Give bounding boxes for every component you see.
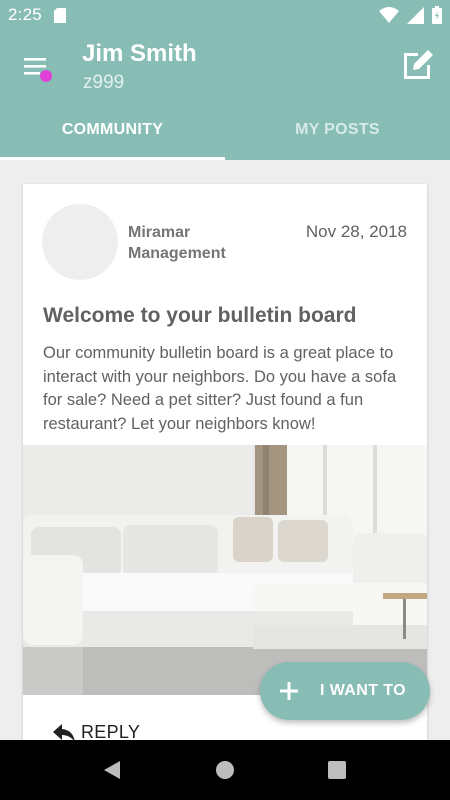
back-icon[interactable] <box>102 760 122 780</box>
home-icon[interactable] <box>216 761 234 779</box>
notification-dot <box>40 70 52 82</box>
post-image <box>23 445 427 695</box>
tab-community[interactable]: COMMUNITY <box>0 100 225 160</box>
sd-card-icon <box>53 7 66 23</box>
app-bar: Jim Smith z999 <box>0 30 450 100</box>
status-bar: 2:25 <box>0 0 450 30</box>
avatar <box>42 204 118 280</box>
user-id: z999 <box>83 72 125 93</box>
post-author: Miramar Management <box>128 224 226 262</box>
tab-bar: COMMUNITY MY POSTS <box>0 100 450 160</box>
post-body: Our community bulletin board is a great … <box>43 344 397 433</box>
fab-label: I WANT TO <box>320 682 406 699</box>
recents-icon[interactable] <box>328 761 346 779</box>
i-want-to-button[interactable]: I WANT TO <box>260 662 430 720</box>
post-title: Welcome to your bulletin board <box>43 304 357 327</box>
battery-icon <box>432 6 442 24</box>
system-nav-bar <box>0 740 450 800</box>
user-name: Jim Smith <box>82 40 197 67</box>
reply-icon <box>53 723 75 742</box>
compose-icon[interactable] <box>401 48 435 82</box>
wifi-icon <box>379 7 399 23</box>
plus-icon <box>280 682 298 700</box>
signal-icon <box>407 6 424 24</box>
post-date: Nov 28, 2018 <box>305 222 407 241</box>
tab-my-posts[interactable]: MY POSTS <box>225 100 450 160</box>
status-time: 2:25 <box>8 5 42 24</box>
